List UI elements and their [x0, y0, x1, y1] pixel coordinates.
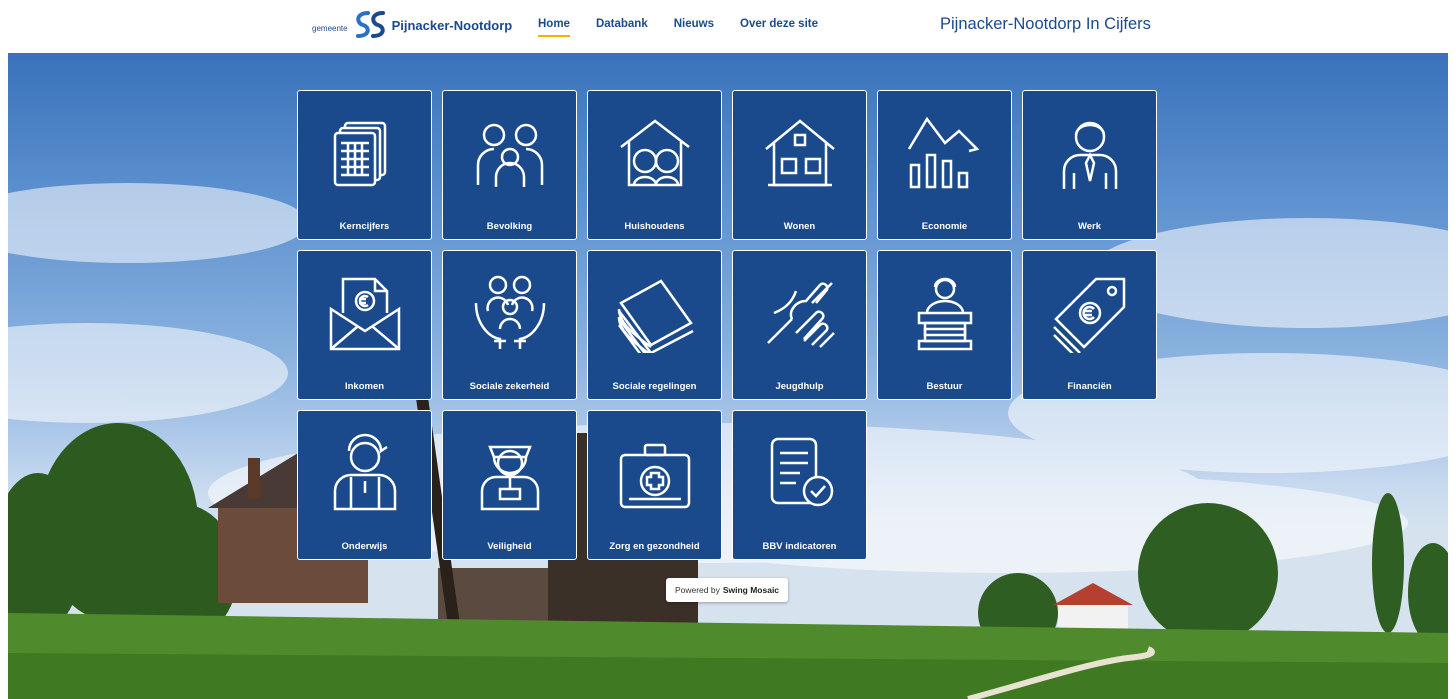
- nav-databank[interactable]: Databank: [596, 0, 648, 53]
- tile-label: Huishoudens: [624, 221, 685, 232]
- site-title: Pijnacker-Nootdorp In Cijfers: [940, 15, 1151, 33]
- tile-jeugdhulp[interactable]: Jeugdhulp: [732, 250, 867, 400]
- first-aid-kit-icon: [619, 443, 691, 509]
- euro-envelope-icon: [329, 277, 401, 351]
- tile-label: Bestuur: [926, 381, 963, 392]
- tile-label: Werk: [1077, 221, 1102, 232]
- logo-mark-icon: [355, 11, 385, 38]
- tile-werk[interactable]: Werk: [1022, 90, 1157, 240]
- helping-hands-icon: [767, 282, 835, 348]
- police-officer-icon: [480, 445, 540, 511]
- hero-background: [8, 53, 1448, 699]
- tile-kerncijfers[interactable]: Kerncijfers: [297, 90, 432, 240]
- powered-prefix: Powered by: [674, 585, 720, 595]
- bar-chart-trend-icon: [907, 116, 980, 189]
- tile-economie[interactable]: Economie: [877, 90, 1012, 240]
- landscape-photo: [8, 183, 1448, 699]
- tile-label: BBV indicatoren: [762, 541, 837, 552]
- logo-prefix: gemeente: [312, 23, 348, 33]
- businessman-icon: [1062, 121, 1118, 189]
- main-nav: Home Databank Nieuws Over deze site: [538, 0, 844, 53]
- speaker-podium-icon: [917, 277, 973, 351]
- municipality-logo[interactable]: gemeente Pijnacker-Nootdorp: [312, 8, 512, 42]
- powered-brand: Swing Mosaic: [722, 585, 780, 595]
- tile-bbv-indicatoren[interactable]: BBV indicatoren: [732, 410, 867, 560]
- hands-family-icon: [474, 275, 546, 349]
- tile-sociale-zekerheid[interactable]: Sociale zekerheid: [442, 250, 577, 400]
- tile-inkomen[interactable]: Inkomen: [297, 250, 432, 400]
- tile-financien[interactable]: Financiën: [1022, 250, 1157, 400]
- tile-label: Economie: [921, 221, 968, 232]
- tile-label: Wonen: [783, 221, 816, 232]
- nav-over-deze-site[interactable]: Over deze site: [740, 0, 818, 53]
- nav-nieuws[interactable]: Nieuws: [674, 0, 714, 53]
- student-icon: [333, 433, 397, 511]
- tile-wonen[interactable]: Wonen: [732, 90, 867, 240]
- documents-table-icon: [333, 121, 387, 187]
- tile-label: Inkomen: [344, 381, 385, 392]
- site-header: gemeente Pijnacker-Nootdorp Home Databan…: [0, 0, 1456, 53]
- tile-label: Financiën: [1067, 381, 1112, 392]
- tile-sociale-regelingen[interactable]: Sociale regelingen: [587, 250, 722, 400]
- euro-tag-icon: [1053, 277, 1126, 353]
- tile-label: Sociale zekerheid: [469, 381, 550, 392]
- tile-label: Kerncijfers: [339, 221, 390, 232]
- tile-label: Zorg en gezondheid: [609, 541, 700, 552]
- house-couple-icon: [620, 119, 690, 187]
- logo-name: Pijnacker-Nootdorp: [391, 17, 513, 33]
- tile-label: Onderwijs: [341, 541, 388, 552]
- tile-zorg-en-gezondheid[interactable]: Zorg en gezondheid: [587, 410, 722, 560]
- tile-label: Veiligheid: [487, 541, 532, 552]
- tile-label: Bevolking: [486, 221, 533, 232]
- tile-bevolking[interactable]: Bevolking: [442, 90, 577, 240]
- tile-huishoudens[interactable]: Huishoudens: [587, 90, 722, 240]
- house-icon: [765, 119, 835, 187]
- money-stack-icon: [617, 279, 694, 353]
- tile-label: Jeugdhulp: [775, 381, 824, 392]
- tile-veiligheid[interactable]: Veiligheid: [442, 410, 577, 560]
- tile-label: Sociale regelingen: [612, 381, 697, 392]
- family-icon: [476, 123, 544, 187]
- nav-home[interactable]: Home: [538, 0, 570, 53]
- checklist-document-icon: [770, 437, 834, 507]
- powered-by-badge[interactable]: Powered by Swing Mosaic: [666, 578, 788, 602]
- tile-onderwijs[interactable]: Onderwijs: [297, 410, 432, 560]
- tile-bestuur[interactable]: Bestuur: [877, 250, 1012, 400]
